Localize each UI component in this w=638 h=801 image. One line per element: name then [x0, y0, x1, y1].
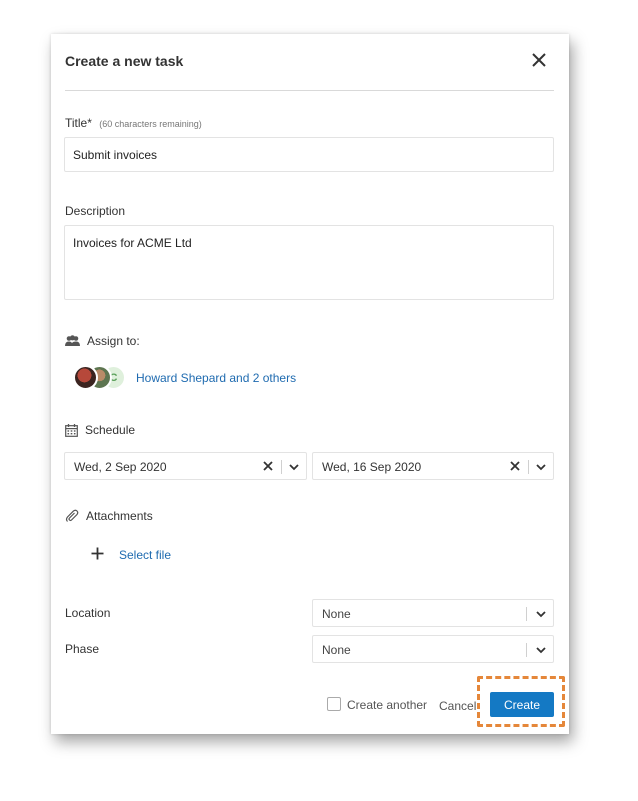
calendar-icon [65, 423, 78, 437]
location-value: None [322, 607, 351, 621]
assignees-link[interactable]: Howard Shepard and 2 others [136, 371, 296, 385]
divider [281, 460, 282, 474]
title-input-value: Submit invoices [73, 148, 158, 162]
people-icon [65, 335, 80, 346]
select-file-link[interactable]: Select file [119, 548, 171, 562]
end-date-value: Wed, 16 Sep 2020 [322, 460, 422, 474]
clear-icon[interactable] [262, 460, 274, 472]
schedule-heading: Schedule [65, 423, 135, 437]
title-input[interactable]: Submit invoices [64, 137, 554, 172]
start-date-picker[interactable]: Wed, 2 Sep 2020 [64, 452, 307, 480]
chevron-down-icon[interactable] [288, 461, 300, 473]
title-label: Title* (60 characters remaining) [65, 116, 202, 130]
plus-icon[interactable] [91, 547, 104, 560]
divider [526, 643, 527, 657]
attachments-heading: Attachments [65, 509, 153, 523]
divider [526, 607, 527, 621]
assignee-avatars[interactable]: C [73, 365, 131, 391]
description-input[interactable]: Invoices for ACME Ltd [64, 225, 554, 300]
dialog-header: Create a new task [65, 34, 554, 91]
phase-value: None [322, 643, 351, 657]
divider [528, 460, 529, 474]
cancel-button[interactable]: Cancel [439, 699, 476, 713]
description-label: Description [65, 204, 126, 218]
close-icon[interactable] [530, 51, 548, 69]
attachments-label: Attachments [86, 509, 153, 523]
chevron-down-icon[interactable] [535, 608, 547, 620]
description-input-value: Invoices for ACME Ltd [73, 236, 192, 250]
phase-label: Phase [65, 642, 100, 656]
assign-heading: Assign to: [65, 334, 140, 348]
assign-label: Assign to: [87, 334, 140, 348]
chevron-down-icon[interactable] [535, 461, 547, 473]
end-date-picker[interactable]: Wed, 16 Sep 2020 [312, 452, 554, 480]
location-select[interactable]: None [312, 599, 554, 627]
phase-select[interactable]: None [312, 635, 554, 663]
start-date-value: Wed, 2 Sep 2020 [74, 460, 167, 474]
schedule-label: Schedule [85, 423, 136, 437]
title-label-text: Title* [65, 116, 92, 130]
clear-icon[interactable] [509, 460, 521, 472]
create-task-dialog: Create a new task Title* (60 characters … [51, 34, 569, 734]
dialog-title: Create a new task [65, 53, 184, 69]
location-label: Location [65, 606, 111, 620]
title-hint: (60 characters remaining) [99, 119, 202, 129]
chevron-down-icon[interactable] [535, 644, 547, 656]
avatar [73, 365, 98, 390]
create-another-checkbox[interactable] [327, 697, 341, 711]
paperclip-icon [65, 509, 79, 522]
create-another-label: Create another [347, 698, 428, 712]
highlight-box [477, 676, 565, 727]
